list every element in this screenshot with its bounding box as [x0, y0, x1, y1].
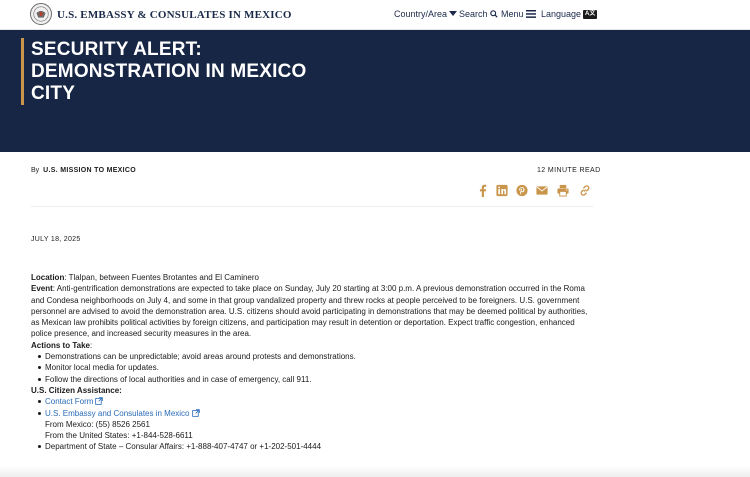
top-navigation-bar: U.S. EMBASSY & CONSULATES IN MEXICO Coun… — [0, 0, 750, 30]
list-item: Contact Form — [38, 396, 591, 407]
search-button[interactable]: Search — [459, 9, 498, 19]
caret-down-icon — [449, 11, 458, 16]
country-area-menu[interactable]: Country/Area — [394, 9, 458, 19]
event-text: : Anti-gentrification demonstrations are… — [31, 284, 588, 339]
print-icon[interactable] — [556, 184, 570, 197]
byline-prefix: By — [31, 167, 40, 174]
contact-form-link[interactable]: Contact Form — [45, 397, 93, 406]
site-title[interactable]: U.S. EMBASSY & CONSULATES IN MEXICO — [57, 9, 292, 21]
assistance-heading: U.S. Citizen Assistance: — [31, 385, 122, 395]
list-item: Demonstrations can be unpredictable; avo… — [38, 351, 591, 362]
event-paragraph: Event: Anti-gentrification demonstration… — [31, 283, 591, 339]
menu-button[interactable]: Menu — [501, 9, 536, 19]
phone-from-mexico: From Mexico: (55) 8526 2561 — [45, 419, 150, 429]
hero-banner: SECURITY ALERT: DEMONSTRATION IN MEXICO … — [0, 30, 750, 152]
event-label: Event — [31, 284, 53, 294]
pinterest-icon[interactable] — [515, 184, 529, 197]
language-label: Language — [541, 9, 582, 19]
menu-label: Menu — [501, 9, 524, 19]
facebook-icon[interactable] — [476, 184, 490, 197]
list-item: Follow the directions of local authoriti… — [38, 374, 591, 385]
assistance-list: Contact Form U.S. Embassy and Consulates… — [38, 396, 591, 452]
list-item: Monitor local media for updates. — [38, 362, 591, 373]
email-icon[interactable] — [535, 184, 549, 197]
location-label: Location — [31, 273, 65, 282]
search-label: Search — [459, 9, 488, 19]
list-item: U.S. Embassy and Consulates in Mexico Fr… — [38, 408, 591, 442]
bottom-fade — [0, 466, 750, 477]
external-link-icon — [95, 397, 104, 406]
external-link-icon — [191, 408, 200, 417]
page-title: SECURITY ALERT: DEMONSTRATION IN MEXICO … — [31, 39, 307, 104]
location-paragraph: Location: Tlalpan, between Fuentes Brota… — [31, 272, 591, 283]
author-link[interactable]: U.S. MISSION TO MEXICO — [43, 167, 136, 174]
actions-heading: Actions to Take: — [31, 340, 591, 351]
list-item: Department of State – Consular Affairs: … — [38, 441, 591, 452]
linkedin-icon[interactable] — [495, 184, 509, 197]
hero-accent-bar — [21, 38, 24, 105]
actions-list: Demonstrations can be unpredictable; avo… — [38, 351, 591, 385]
hamburger-icon — [525, 10, 536, 18]
read-time: 12 MINUTE READ — [537, 167, 601, 174]
actions-heading-text: Actions to Take — [31, 340, 90, 350]
byline: By U.S. MISSION TO MEXICO — [31, 167, 136, 174]
divider — [31, 206, 593, 207]
translate-icon: A文 — [583, 9, 598, 19]
article-body: Location: Tlalpan, between Fuentes Brota… — [31, 272, 591, 453]
embassy-seal-icon[interactable] — [30, 3, 52, 25]
country-area-label: Country/Area — [394, 9, 448, 19]
search-icon — [489, 10, 498, 18]
location-text: : Tlalpan, between Fuentes Brotantes and… — [64, 273, 259, 282]
embassy-link[interactable]: U.S. Embassy and Consulates in Mexico — [45, 409, 190, 418]
actions-heading-colon: : — [89, 340, 93, 350]
phone-from-us: From the United States: +1-844-528-6611 — [45, 431, 193, 441]
link-icon[interactable] — [578, 184, 592, 197]
language-button[interactable]: Language A文 — [541, 9, 598, 19]
publish-date: JULY 18, 2025 — [31, 236, 81, 243]
